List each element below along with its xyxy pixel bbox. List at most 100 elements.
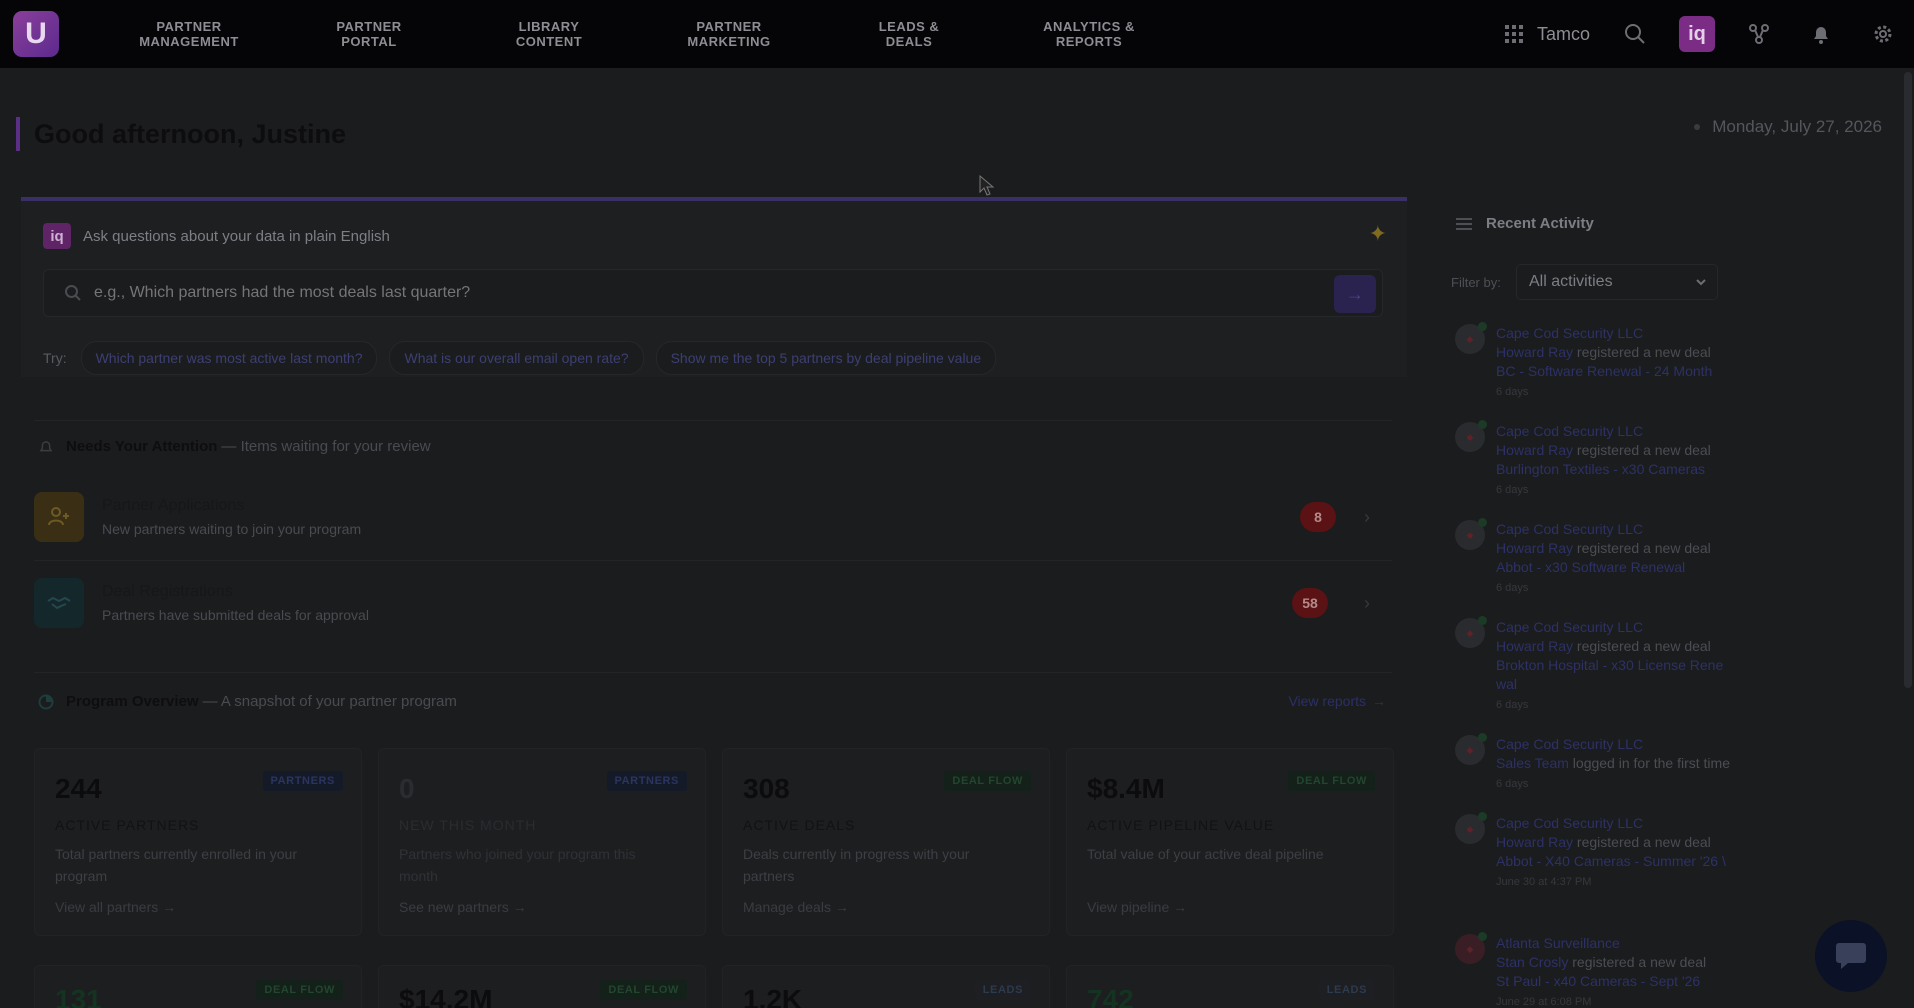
activity-action: registered a new deal: [1573, 834, 1711, 850]
nav-label: CONTENT: [515, 34, 583, 49]
activity-company-link[interactable]: Cape Cod Security LLC: [1496, 618, 1741, 637]
activity-filter-select[interactable]: All activities: [1516, 264, 1718, 300]
suggestion-chip[interactable]: Which partner was most active last month…: [80, 341, 378, 375]
nav-partner-marketing[interactable]: PARTNER MARKETING: [639, 19, 819, 49]
activity-time: 6 days: [1496, 778, 1529, 790]
partner-avatar[interactable]: ◆: [1455, 932, 1487, 964]
chevron-right-icon: ›: [1364, 506, 1370, 527]
attention-title: Needs Your Attention: [66, 438, 218, 455]
ask-iq-card: iq Ask questions about your data in plai…: [21, 197, 1407, 377]
activity-user-link[interactable]: Howard Ray: [1496, 344, 1573, 360]
activity-company-link[interactable]: Cape Cod Security LLC: [1496, 814, 1741, 833]
activity-company-link[interactable]: Cape Cod Security LLC: [1496, 422, 1741, 441]
activity-company-link[interactable]: Cape Cod Security LLC: [1496, 520, 1741, 539]
chevron-right-icon: ›: [1364, 592, 1370, 613]
partner-avatar[interactable]: ◆: [1455, 812, 1487, 844]
count-badge: 8: [1300, 502, 1336, 532]
tenant-switcher[interactable]: Tamco: [1504, 24, 1590, 45]
overview-title: Program Overview: [66, 693, 199, 710]
stat-tag: DEAL FLOW: [600, 980, 687, 1000]
attention-header: Needs Your Attention — Items waiting for…: [38, 438, 431, 455]
stat-link[interactable]: See new partners →: [399, 899, 527, 915]
chat-launcher-button[interactable]: [1815, 920, 1887, 992]
attention-item-applications[interactable]: Partner Applications New partners waitin…: [34, 480, 1392, 554]
top-nav: U PARTNER MANAGEMENT PARTNER PORTAL LIBRAR…: [0, 0, 1914, 68]
nav-analytics-reports[interactable]: ANALYTICS & REPORTS: [999, 19, 1179, 49]
nav-partner-management[interactable]: PARTNER MANAGEMENT: [99, 19, 279, 49]
stat-link[interactable]: View all partners →: [55, 899, 176, 915]
stat-desc: Partners who joined your program this mo…: [399, 846, 636, 884]
partner-avatar[interactable]: ◆: [1455, 733, 1487, 765]
network-icon[interactable]: [1740, 15, 1778, 53]
partner-avatar[interactable]: ◆: [1455, 518, 1487, 550]
iq-icon[interactable]: iq: [1678, 15, 1716, 53]
nav-partner-portal[interactable]: PARTNER PORTAL: [279, 19, 459, 49]
nav-leads-deals[interactable]: LEADS & DEALS: [819, 19, 999, 49]
online-dot-icon: [1478, 322, 1487, 331]
nav-label: ANALYTICS &: [1043, 19, 1135, 34]
suggestion-chip[interactable]: Show me the top 5 partners by deal pipel…: [655, 341, 997, 375]
apps-grid-icon: [1504, 25, 1523, 43]
stat-link[interactable]: View pipeline →: [1087, 899, 1187, 915]
stat-card-active-deals: 308 DEAL FLOW ACTIVE DEALS Deals current…: [722, 748, 1050, 936]
stat-desc: Deals currently in progress with your pa…: [743, 846, 970, 884]
stat-tag: DEAL FLOW: [1288, 771, 1375, 791]
stat-card: $14.2M DEAL FLOW: [378, 965, 706, 1008]
activity-user-link[interactable]: Sales Team: [1496, 755, 1569, 771]
stat-card: 131 DEAL FLOW: [34, 965, 362, 1008]
count-badge: 58: [1292, 588, 1328, 618]
filter-label: Filter by:: [1451, 275, 1501, 290]
partner-avatar[interactable]: ◆: [1455, 322, 1487, 354]
stat-desc: Total value of your active deal pipeline: [1087, 846, 1324, 862]
activity-company-link[interactable]: Atlanta Surveillance: [1496, 934, 1741, 953]
activity-action: registered a new deal: [1568, 954, 1707, 970]
nav-label: PORTAL: [341, 34, 397, 49]
online-dot-icon: [1478, 616, 1487, 625]
stat-link[interactable]: Manage deals →: [743, 899, 849, 915]
attention-item-title: Partner Applications: [102, 497, 245, 514]
divider: [34, 420, 1392, 421]
app-logo[interactable]: U: [13, 11, 59, 57]
stat-value: $14.2M: [399, 984, 493, 1008]
activity-deal-link[interactable]: Abbot - X40 Cameras - Summer '26 \: [1496, 852, 1741, 871]
partner-avatar[interactable]: ◆: [1455, 616, 1487, 648]
suggestion-chip[interactable]: What is our overall email open rate?: [389, 341, 644, 375]
stat-value: 0: [399, 773, 415, 804]
activity-company-link[interactable]: Cape Cod Security LLC: [1496, 324, 1741, 343]
activity-company-link[interactable]: Cape Cod Security LLC: [1496, 735, 1741, 754]
activity-user-link[interactable]: Howard Ray: [1496, 442, 1573, 458]
send-button[interactable]: →: [1334, 275, 1376, 313]
activity-deal-link[interactable]: Brokton Hospital - x30 License Rene wal: [1496, 656, 1741, 694]
stat-card: 742 LEADS: [1066, 965, 1394, 1008]
activity-deal-link[interactable]: BC - Software Renewal - 24 Month: [1496, 362, 1741, 381]
search-icon[interactable]: [1616, 15, 1654, 53]
activity-user-link[interactable]: Howard Ray: [1496, 540, 1573, 556]
overview-subtitle: — A snapshot of your partner program: [202, 693, 457, 710]
activity-user-link[interactable]: Stan Crosly: [1496, 954, 1568, 970]
ask-input[interactable]: [94, 284, 1294, 302]
activity-action: registered a new deal: [1573, 540, 1711, 556]
activity-deal-link[interactable]: Abbot - x30 Software Renewal: [1496, 558, 1741, 577]
online-dot-icon: [1478, 518, 1487, 527]
partner-avatar[interactable]: ◆: [1455, 420, 1487, 452]
activity-time: June 30 at 4:37 PM: [1496, 876, 1592, 888]
online-dot-icon: [1478, 932, 1487, 941]
nav-library-content[interactable]: LIBRARY CONTENT: [459, 19, 639, 49]
stat-tag: LEADS: [974, 980, 1031, 1000]
activity-deal-link[interactable]: Burlington Textiles - x30 Cameras: [1496, 460, 1741, 479]
activity-deal-link[interactable]: St Paul - x40 Cameras - Sept '26: [1496, 972, 1741, 991]
bell-icon[interactable]: [1802, 15, 1840, 53]
nav-label: MANAGEMENT: [139, 34, 239, 49]
nav-label: LIBRARY: [518, 19, 580, 34]
attention-item-deals[interactable]: Deal Registrations Partners have submitt…: [34, 566, 1392, 640]
gear-icon[interactable]: [1864, 15, 1902, 53]
view-reports-link[interactable]: View reports →: [1288, 693, 1386, 709]
date-text: Monday, July 27, 2026: [1712, 117, 1882, 136]
activity-title: Recent Activity: [1486, 215, 1594, 232]
activity-user-link[interactable]: Howard Ray: [1496, 638, 1573, 654]
page-scrollbar[interactable]: [1904, 72, 1912, 688]
stat-value: $8.4M: [1087, 773, 1165, 804]
nav-label: PARTNER: [696, 19, 762, 34]
activity-user-link[interactable]: Howard Ray: [1496, 834, 1573, 850]
add-user-icon: [34, 492, 84, 542]
